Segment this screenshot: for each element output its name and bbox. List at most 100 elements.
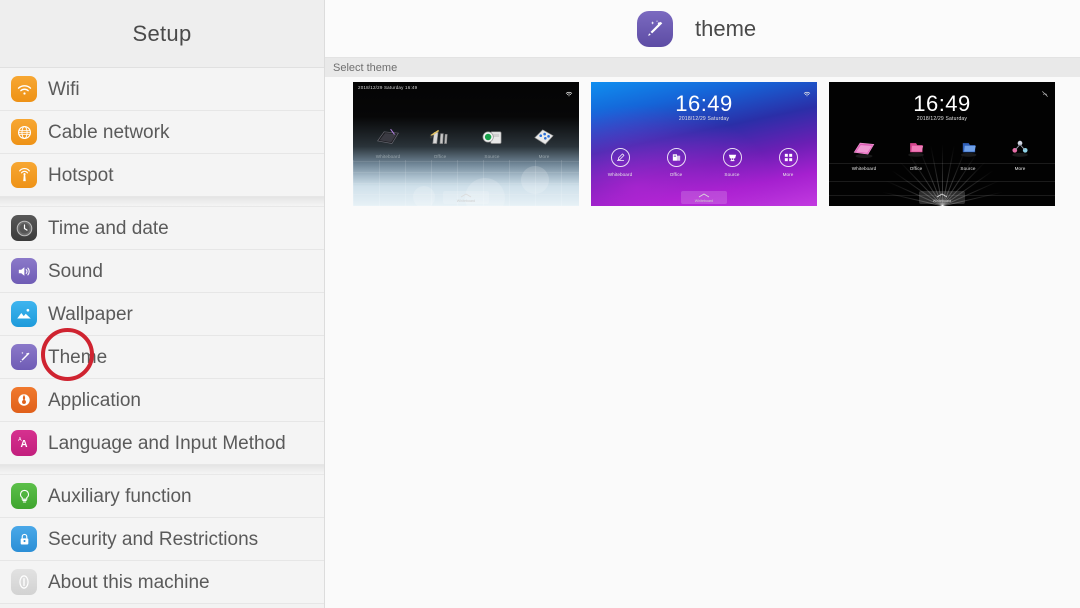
thumbnail-app-office: Office [659,144,693,177]
thumbnail-status-text: 2018/12/29 Saturday 16:49 [358,85,418,90]
thumbnail-app-whiteboard: Whiteboard [847,138,881,171]
thumbnail-dock-handle: Whiteboard [919,191,965,204]
main-header: theme [325,0,1080,57]
sidebar-item-cable-network[interactable]: Cable network [0,111,324,154]
magic-wand-icon [11,344,37,370]
thumbnail-app-source: Source [475,126,509,159]
nav-group-separator [0,465,324,475]
clock-time: 16:49 [913,91,971,116]
nav-group: Time and date Sound Wallpaper Theme Applicat… [0,207,324,465]
settings-sidebar: Setup Wifi Cable network Hotspot Time and d… [0,0,325,608]
sidebar-item-application[interactable]: Application [0,379,324,422]
more-apps-icon [1007,137,1033,166]
sidebar-item-security-and-restrictions[interactable]: Security and Restrictions [0,518,324,561]
nav-group-separator [0,197,324,207]
lock-icon [11,526,37,552]
mountain-image-icon [11,301,37,327]
nav-group: Auxiliary function Security and Restricti… [0,475,324,604]
thumbnail-app-label: Whiteboard [375,154,401,159]
thumbnail-app-source: Source [715,144,749,177]
whiteboard-icon [851,137,877,166]
sidebar-item-hotspot[interactable]: Hotspot [0,154,324,197]
section-label: Select theme [333,61,398,74]
thumbnail-app-office: Office [423,126,457,159]
nav-group: Wifi Cable network Hotspot [0,68,324,197]
whiteboard-icon [375,126,401,153]
thumbnail-app-label: Office [909,166,923,171]
sidebar-item-label: About this machine [48,571,210,593]
thumbnail-app-whiteboard: Whiteboard [603,144,637,177]
thumbnail-app-label: Source [484,154,500,159]
main-header-title: theme [695,15,757,41]
lightbulb-icon [11,483,37,509]
thumbnail-dock-label: Whiteboard [932,198,952,203]
wifi-icon [11,76,37,102]
thumbnail-app-label: More [782,172,794,177]
sidebar-item-auxiliary-function[interactable]: Auxiliary function [0,475,324,518]
theme-thumbnail-3[interactable]: 16:49 2018/12/29 Saturday Whiteboard Office… [829,82,1055,206]
whiteboard-icon [610,147,630,167]
decorative-bubble [521,166,549,194]
sidebar-item-label: Cable network [48,121,170,143]
theme-gallery: 2018/12/29 Saturday 16:49 Whiteboard Offic… [325,77,1080,608]
thumbnail-app-label: Office [669,172,683,177]
sidebar-item-language-and-input-method[interactable]: A A Language and Input Method [0,422,324,465]
sidebar-item-label: Application [48,389,141,411]
sidebar-item-label: Language and Input Method [48,432,286,454]
office-icon [427,126,453,153]
thumbnail-app-label: More [1014,166,1026,171]
svg-text:A: A [18,437,22,443]
clock-time: 16:49 [675,91,733,116]
thumbnail-app-label: Whiteboard [607,172,633,177]
clock-date: 2018/12/29 Saturday [916,116,968,123]
thumbnail-clock: 16:49 2018/12/29 Saturday [829,92,1055,122]
sidebar-item-label: Wallpaper [48,303,133,325]
thumbnail-app-label: More [538,154,550,159]
thumbnail-dock-label: Whiteboard [456,198,476,203]
thumbnail-app-row: Whiteboard Office Source More [591,144,817,177]
thumbnail-dock-handle: Whiteboard [443,191,489,204]
thumbnail-app-label: Source [960,166,976,171]
office-icon [903,137,929,166]
more-apps-icon [778,147,798,167]
thumbnail-dock-handle: Whiteboard [681,191,727,204]
theme-thumbnail-2[interactable]: 16:49 2018/12/29 Saturday Whiteboard Office… [591,82,817,206]
section-header-bar: Select theme [325,57,1080,77]
language-a-icon: AA [11,430,37,456]
settings-window: Setup Wifi Cable network Hotspot Time and d… [0,0,1080,608]
thumbnail-app-more: More [1003,138,1037,171]
application-icon [11,387,37,413]
sidebar-nav-list: Wifi Cable network Hotspot Time and date Sou… [0,68,324,604]
thumbnail-app-label: Whiteboard [851,166,877,171]
sidebar-item-wifi[interactable]: Wifi [0,68,324,111]
theme-thumbnail-1[interactable]: 2018/12/29 Saturday 16:49 Whiteboard Offic… [353,82,579,206]
decorative-bubble [413,186,435,206]
clock-date: 2018/12/29 Saturday [678,116,730,123]
sidebar-item-theme[interactable]: Theme [0,336,324,379]
thumbnail-app-more: More [527,126,561,159]
thumbnail-app-row: Whiteboard Office Source More [829,138,1055,171]
info-icon [11,569,37,595]
sidebar-item-label: Theme [48,346,108,368]
hotspot-antenna-icon [11,162,37,188]
sidebar-item-about-this-machine[interactable]: About this machine [0,561,324,604]
sidebar-item-sound[interactable]: Sound [0,250,324,293]
speaker-icon [11,258,37,284]
main-panel: theme Select theme 2018/12/29 Saturday 1… [325,0,1080,608]
sidebar-item-label: Hotspot [48,164,114,186]
page-title: Setup [132,20,192,46]
thumbnail-app-label: Office [433,154,447,159]
sidebar-item-label: Security and Restrictions [48,528,259,550]
thumbnail-dock-label: Whiteboard [694,198,714,203]
sidebar-item-time-and-date[interactable]: Time and date [0,207,324,250]
theme-thumbnail-row: 2018/12/29 Saturday 16:49 Whiteboard Offic… [353,82,1055,206]
clock-icon [11,215,37,241]
sidebar-item-wallpaper[interactable]: Wallpaper [0,293,324,336]
ethernet-globe-icon [11,119,37,145]
sidebar-item-label: Wifi [48,78,80,100]
sidebar-header: Setup [0,0,324,68]
thumbnail-clock: 16:49 2018/12/29 Saturday [591,92,817,122]
thumbnail-app-whiteboard: Whiteboard [371,126,405,159]
source-icon [955,137,981,166]
more-apps-icon [531,126,557,153]
